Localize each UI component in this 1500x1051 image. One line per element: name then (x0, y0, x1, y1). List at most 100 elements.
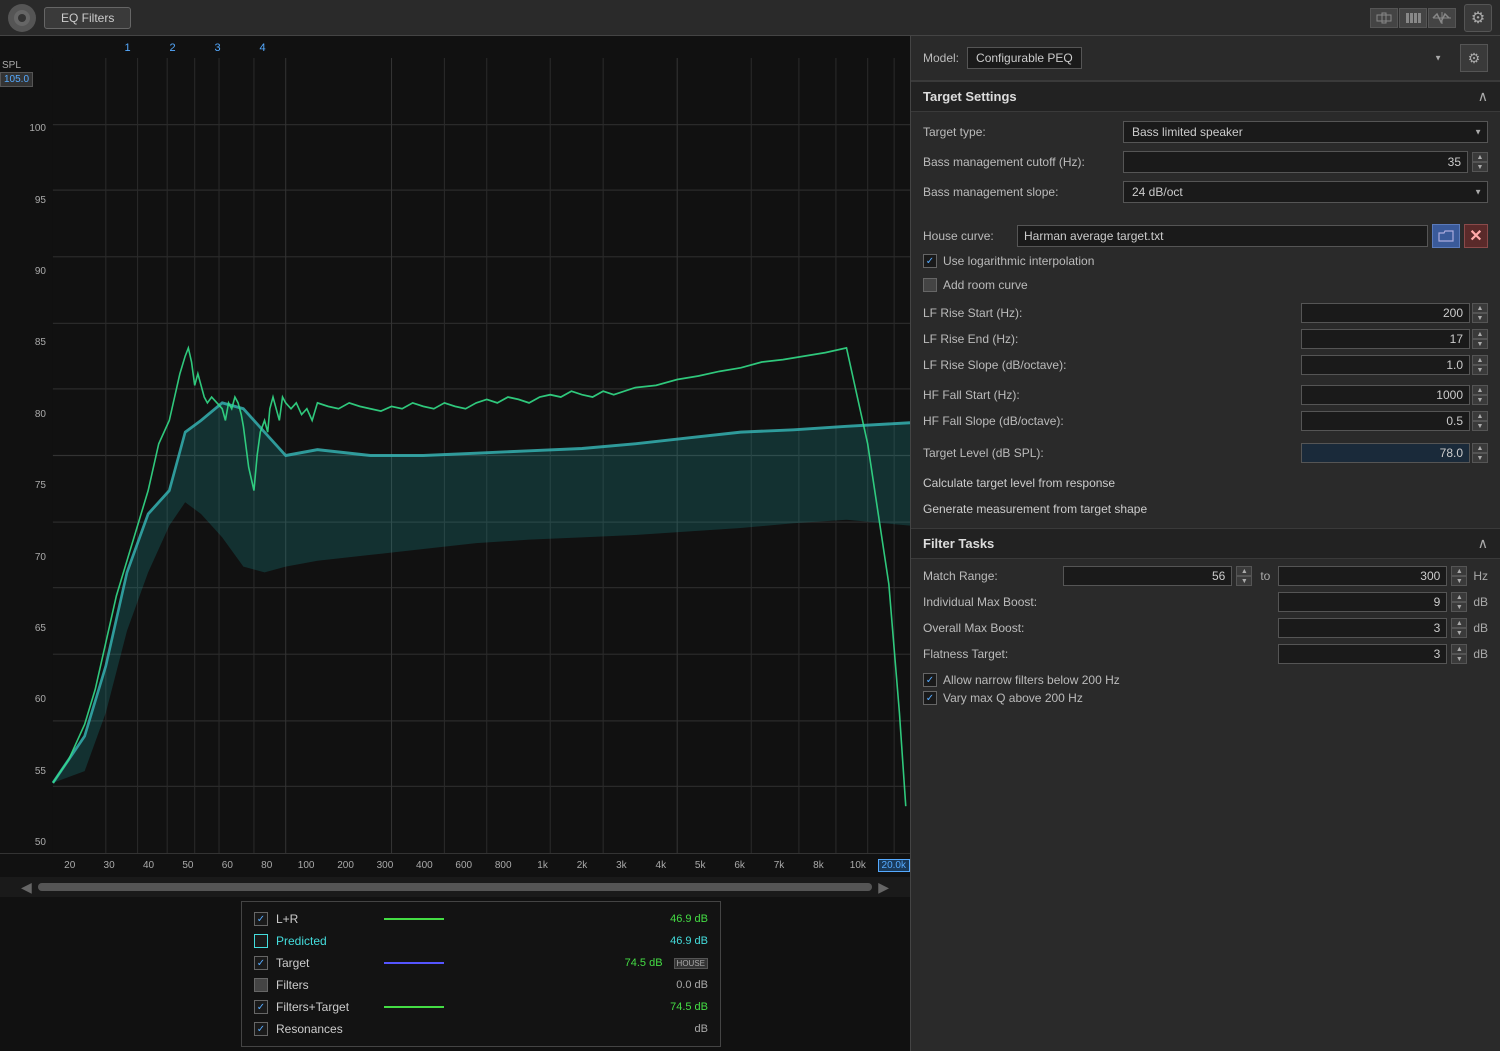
scrollbar-track[interactable] (38, 883, 872, 891)
lf-rise-start-up[interactable]: ▲ (1472, 303, 1488, 313)
filter-numbers-row: 1 2 3 4 (0, 36, 910, 58)
bass-cutoff-spin: ▲ ▼ (1472, 152, 1488, 172)
hf-fall-slope-input[interactable] (1301, 411, 1470, 431)
legend-check-lr[interactable] (254, 912, 268, 926)
individual-boost-label: Individual Max Boost: (923, 595, 1278, 609)
x-label-400: 400 (405, 860, 444, 871)
legend-value-filters: 0.0 dB (676, 979, 708, 991)
hf-fall-slope-group: ▲ ▼ (1301, 411, 1488, 431)
filter-num-4[interactable]: 4 (240, 42, 285, 54)
individual-boost-down[interactable]: ▼ (1451, 602, 1467, 612)
view-icon-2[interactable] (1399, 8, 1427, 28)
target-level-down[interactable]: ▼ (1472, 453, 1488, 463)
legend-label-predicted: Predicted (276, 934, 376, 948)
hf-fall-start-spin: ▲ ▼ (1472, 385, 1488, 405)
match-range-from-input[interactable] (1063, 566, 1232, 586)
add-room-checkbox[interactable] (923, 278, 937, 292)
view-icon-1[interactable] (1370, 8, 1398, 28)
house-curve-folder-btn[interactable] (1432, 224, 1460, 248)
legend-check-predicted[interactable] (254, 934, 268, 948)
bass-slope-control: 24 dB/oct (1123, 181, 1488, 203)
match-range-from-up[interactable]: ▲ (1236, 566, 1252, 576)
individual-boost-up[interactable]: ▲ (1451, 592, 1467, 602)
hf-fall-start-up[interactable]: ▲ (1472, 385, 1488, 395)
target-level-up[interactable]: ▲ (1472, 443, 1488, 453)
chart-container[interactable]: SPL 105.0 100 95 90 85 80 75 70 65 60 55… (0, 58, 910, 853)
filter-num-1[interactable]: 1 (105, 42, 150, 54)
scrollbar-thumb[interactable] (38, 883, 872, 891)
hf-fall-slope-down[interactable]: ▼ (1472, 421, 1488, 431)
hf-fall-start-down[interactable]: ▼ (1472, 395, 1488, 405)
scroll-right[interactable]: ▶ (872, 879, 895, 896)
match-range-to-down[interactable]: ▼ (1451, 576, 1467, 586)
match-range-to-up[interactable]: ▲ (1451, 566, 1467, 576)
bass-cutoff-up[interactable]: ▲ (1472, 152, 1488, 162)
individual-boost-row: Individual Max Boost: ▲ ▼ dB (911, 589, 1500, 615)
flatness-down[interactable]: ▼ (1451, 654, 1467, 664)
calc-target-link[interactable]: Calculate target level from response (911, 472, 1500, 494)
filter-num-2[interactable]: 2 (150, 42, 195, 54)
target-type-select[interactable]: Bass limited speaker (1123, 121, 1488, 143)
legend-check-target[interactable] (254, 956, 268, 970)
legend-check-resonances[interactable] (254, 1022, 268, 1036)
view-icon-3[interactable] (1428, 8, 1456, 28)
target-level-input[interactable] (1301, 443, 1470, 463)
lf-rise-end-up[interactable]: ▲ (1472, 329, 1488, 339)
gen-measurement-link[interactable]: Generate measurement from target shape (911, 498, 1500, 520)
hf-fall-slope-up[interactable]: ▲ (1472, 411, 1488, 421)
x-label-6k: 6k (720, 860, 759, 871)
add-room-label: Add room curve (943, 278, 1028, 292)
bass-cutoff-input[interactable] (1123, 151, 1468, 173)
lf-rise-start-spin: ▲ ▼ (1472, 303, 1488, 323)
lf-rise-start-down[interactable]: ▼ (1472, 313, 1488, 323)
individual-boost-input[interactable] (1278, 592, 1447, 612)
log-interp-row: Use logarithmic interpolation (911, 252, 1500, 270)
flatness-label: Flatness Target: (923, 647, 1278, 661)
eq-filters-button[interactable]: EQ Filters (44, 7, 131, 29)
model-settings-button[interactable]: ⚙ (1460, 44, 1488, 72)
filter-num-3[interactable]: 3 (195, 42, 240, 54)
lf-rise-end-input[interactable] (1301, 329, 1470, 349)
hf-fall-slope-spin: ▲ ▼ (1472, 411, 1488, 431)
log-interp-label: Use logarithmic interpolation (943, 254, 1094, 268)
match-range-from-down[interactable]: ▼ (1236, 576, 1252, 586)
individual-boost-spin: ▲ ▼ (1451, 592, 1467, 612)
lf-rise-start-input[interactable] (1301, 303, 1470, 323)
lf-rise-slope-input[interactable] (1301, 355, 1470, 375)
legend-check-filters-target[interactable] (254, 1000, 268, 1014)
narrow-filters-checkbox[interactable] (923, 673, 937, 687)
match-range-to-spin: ▲ ▼ (1451, 566, 1467, 586)
log-interp-checkbox[interactable] (923, 254, 937, 268)
lf-rise-end-down[interactable]: ▼ (1472, 339, 1488, 349)
target-settings-collapse[interactable]: ∧ (1478, 88, 1488, 105)
match-range-label: Match Range: (923, 569, 1063, 583)
legend-value-predicted: 46.9 dB (670, 935, 708, 947)
filter-tasks-collapse[interactable]: ∧ (1478, 535, 1488, 552)
match-range-to-input[interactable] (1278, 566, 1447, 586)
overall-boost-down[interactable]: ▼ (1451, 628, 1467, 638)
legend-check-filters[interactable] (254, 978, 268, 992)
bass-cutoff-label: Bass management cutoff (Hz): (923, 155, 1123, 169)
flatness-input[interactable] (1278, 644, 1447, 664)
hf-fall-start-input[interactable] (1301, 385, 1470, 405)
bass-slope-row: Bass management slope: 24 dB/oct (923, 180, 1488, 204)
flatness-up[interactable]: ▲ (1451, 644, 1467, 654)
house-curve-row: House curve: ✕ (911, 220, 1500, 252)
house-curve-label: House curve: (923, 229, 1013, 243)
lf-rise-start-group: ▲ ▼ (1301, 303, 1488, 323)
overall-boost-up[interactable]: ▲ (1451, 618, 1467, 628)
lf-rise-slope-spin: ▲ ▼ (1472, 355, 1488, 375)
house-curve-close-btn[interactable]: ✕ (1464, 224, 1488, 248)
bass-slope-select[interactable]: 24 dB/oct (1123, 181, 1488, 203)
settings-button[interactable]: ⚙ (1464, 4, 1492, 32)
model-select[interactable]: Configurable PEQ (967, 47, 1082, 69)
target-level-row: Target Level (dB SPL): ▲ ▼ (911, 440, 1500, 466)
bass-cutoff-down[interactable]: ▼ (1472, 162, 1488, 172)
overall-boost-input[interactable] (1278, 618, 1447, 638)
flatness-group: ▲ ▼ dB (1278, 644, 1488, 664)
lf-rise-slope-down[interactable]: ▼ (1472, 365, 1488, 375)
house-curve-input[interactable] (1017, 225, 1428, 247)
scroll-left[interactable]: ◀ (15, 879, 38, 896)
vary-q-checkbox[interactable] (923, 691, 937, 705)
lf-rise-slope-up[interactable]: ▲ (1472, 355, 1488, 365)
